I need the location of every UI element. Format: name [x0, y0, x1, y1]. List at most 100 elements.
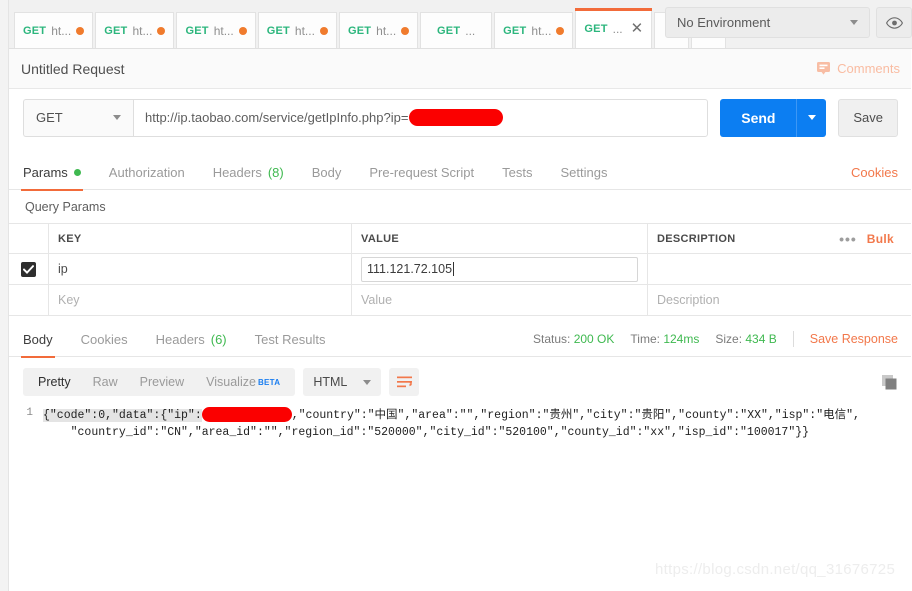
table-row-empty: Key Value Description: [9, 285, 912, 316]
copy-icon: [882, 374, 897, 389]
comment-bubble-icon: [817, 62, 831, 75]
environment-quick-look-button[interactable]: [876, 7, 912, 38]
request-tab-8-active[interactable]: GET ... ✕: [575, 8, 653, 48]
request-tab-6[interactable]: GET ...: [420, 12, 493, 48]
row-value-input[interactable]: 111.121.72.105: [361, 256, 638, 282]
tab-method-label: GET: [104, 24, 128, 37]
query-params-section-label: Query Params: [25, 199, 106, 214]
query-params-table: KEY VALUE DESCRIPTION ••• Bulk ip 111.12…: [9, 223, 912, 316]
table-options-icon[interactable]: •••: [839, 231, 857, 247]
save-response-link[interactable]: Save Response: [810, 332, 898, 346]
comments-label: Comments: [837, 61, 900, 76]
copy-response-button[interactable]: [881, 374, 898, 391]
response-tab-test-results[interactable]: Test Results: [255, 322, 326, 357]
response-tab-cookies-label: Cookies: [80, 331, 128, 347]
request-tab-3[interactable]: GET ht...: [176, 12, 256, 48]
row-enabled-cell: [9, 254, 49, 284]
environment-selector[interactable]: No Environment: [665, 7, 870, 38]
response-tab-cookies[interactable]: Cookies: [81, 322, 128, 357]
request-title-bar: Untitled Request Comments: [9, 49, 912, 89]
time-label: Time:: [630, 332, 660, 346]
table-row: ip 111.121.72.105: [9, 254, 912, 285]
code-line-1: 1 {"code":0,"data":{"ip": ,"country":"中国"…: [9, 401, 912, 441]
text-cursor: [453, 262, 455, 276]
tab-headers[interactable]: Headers (8): [213, 155, 284, 190]
view-mode-raw[interactable]: Raw: [82, 368, 129, 396]
row-description-input[interactable]: [648, 254, 912, 284]
tab-method-label: GET: [437, 24, 461, 37]
page-title[interactable]: Untitled Request: [21, 61, 125, 77]
bulk-edit-link[interactable]: Bulk: [867, 232, 894, 246]
request-cookies-link[interactable]: Cookies: [851, 165, 898, 180]
unsaved-changes-dot: [157, 26, 166, 35]
environment-selected-label: No Environment: [677, 15, 771, 30]
tab-title-label: ht...: [51, 23, 72, 38]
tab-authorization[interactable]: Authorization: [109, 155, 185, 190]
request-tab-1[interactable]: GET ht...: [14, 12, 94, 48]
send-options-button[interactable]: [796, 98, 827, 137]
status-badge: Status: 200 OK: [533, 332, 614, 346]
eye-icon: [885, 16, 903, 29]
tab-pre-request-script[interactable]: Pre-request Script: [369, 155, 474, 190]
tab-settings[interactable]: Settings: [560, 155, 607, 190]
time-badge: Time: 124ms: [630, 332, 699, 346]
view-mode-preview[interactable]: Preview: [129, 368, 195, 396]
time-value: 124ms: [663, 332, 700, 346]
send-button-group: Send: [720, 98, 827, 137]
response-format-selector[interactable]: HTML: [303, 368, 382, 396]
url-bar: GET http://ip.taobao.com/service/getIpIn…: [9, 90, 912, 145]
row-enabled-checkbox[interactable]: [21, 261, 36, 277]
view-mode-visualize[interactable]: Visualize BETA: [195, 368, 291, 396]
empty-row-description-input[interactable]: Description: [648, 285, 912, 315]
row-value-cell: 111.121.72.105: [352, 254, 648, 284]
wrap-lines-button[interactable]: [389, 368, 420, 396]
chevron-down-icon: [113, 115, 121, 120]
line-number: 1: [26, 407, 33, 419]
empty-row-key-input[interactable]: Key: [49, 285, 352, 315]
unsaved-changes-dot: [401, 26, 410, 35]
tab-headers-count: (8): [267, 164, 284, 180]
size-value: 434 B: [745, 332, 777, 346]
view-mode-pretty[interactable]: Pretty: [27, 368, 82, 396]
response-body-toolbar: Pretty Raw Preview Visualize BETA HTML: [9, 363, 912, 401]
empty-row-value-input[interactable]: Value: [352, 285, 648, 315]
status-value: 200 OK: [573, 332, 615, 346]
row-value-text: 111.121.72.105: [367, 262, 453, 276]
tab-method-label: GET: [584, 22, 608, 35]
redaction-block-url: [409, 109, 504, 126]
row-key-input[interactable]: ip: [49, 254, 352, 284]
tab-pre-request-script-label: Pre-request Script: [369, 164, 475, 180]
request-tab-2[interactable]: GET ht...: [95, 12, 175, 48]
request-tab-7[interactable]: GET ht...: [494, 12, 574, 48]
unsaved-changes-dot: [319, 26, 328, 35]
tab-title-label: ...: [612, 21, 623, 36]
chevron-down-icon: [807, 115, 816, 120]
checkmark-icon: [23, 264, 34, 274]
request-tab-4[interactable]: GET ht...: [257, 12, 337, 48]
tab-settings-label: Settings: [560, 164, 608, 180]
response-tab-headers[interactable]: Headers (6): [156, 322, 227, 357]
tab-authorization-label: Authorization: [108, 164, 185, 180]
table-header-tools: ••• Bulk: [831, 231, 902, 247]
redaction-block-ip: [201, 407, 292, 423]
comments-button[interactable]: Comments: [816, 61, 900, 76]
send-button[interactable]: Send: [720, 98, 797, 137]
response-meta: Status: 200 OK Time: 124ms Size: 434 B S…: [533, 331, 898, 347]
tab-params[interactable]: Params: [21, 155, 83, 191]
response-tab-test-results-label: Test Results: [254, 331, 326, 347]
http-method-selector[interactable]: GET: [23, 98, 133, 137]
request-tab-5[interactable]: GET ht...: [338, 12, 419, 48]
tab-tests[interactable]: Tests: [502, 155, 532, 190]
tab-body[interactable]: Body: [312, 155, 342, 190]
save-button[interactable]: Save: [838, 98, 898, 137]
url-input[interactable]: http://ip.taobao.com/service/getIpInfo.p…: [133, 98, 709, 137]
divider: [792, 331, 794, 347]
header-cell-description: DESCRIPTION ••• Bulk: [648, 224, 912, 253]
wrap-lines-icon: [396, 376, 412, 388]
tab-params-label: Params: [23, 164, 68, 180]
tab-method-label: GET: [23, 24, 47, 37]
response-tab-body[interactable]: Body: [21, 322, 55, 358]
close-icon[interactable]: ✕: [631, 21, 644, 36]
tab-method-label: GET: [266, 24, 290, 37]
tab-body-label: Body: [311, 164, 342, 180]
